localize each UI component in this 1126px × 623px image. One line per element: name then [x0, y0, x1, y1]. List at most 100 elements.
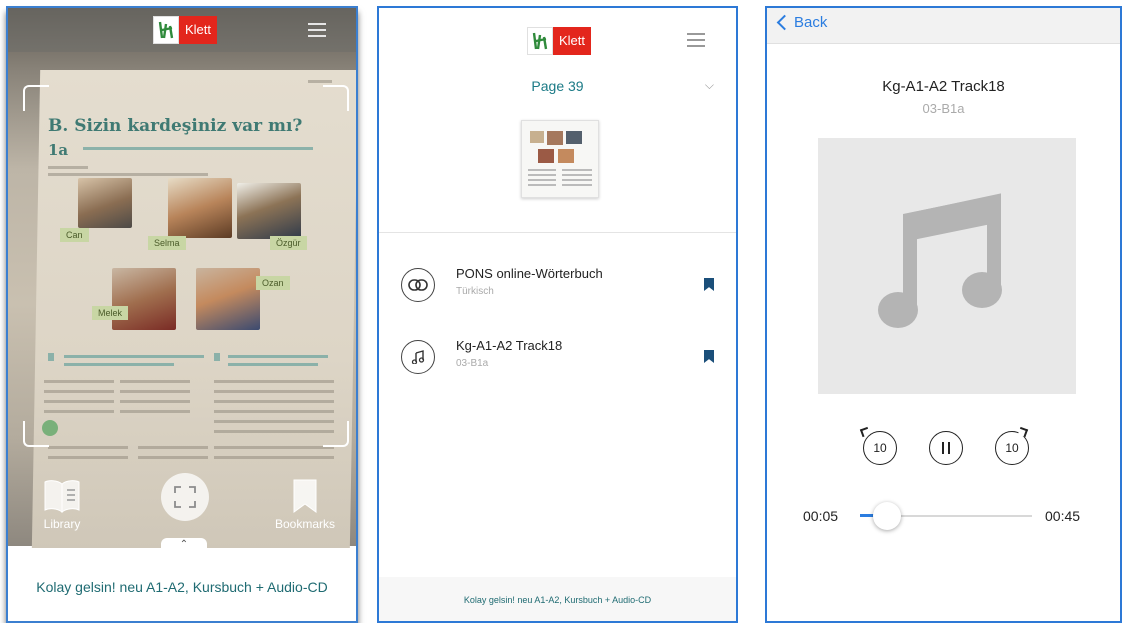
back-button[interactable]: Back [775, 14, 827, 31]
resource-item-pons[interactable]: PONS online-Wörterbuch Türkisch [379, 254, 736, 314]
name-tag: Can [60, 228, 89, 242]
current-book-title: Kolay gelsin! neu A1-A2, Kursbuch + Audi… [36, 578, 328, 595]
photo-melek [112, 268, 176, 330]
text-line [138, 456, 208, 459]
scan-frame-corner [323, 421, 349, 447]
klett-logo-text: Klett [179, 16, 218, 44]
page-thumbnail[interactable] [521, 120, 599, 198]
scan-button[interactable] [161, 473, 209, 521]
rewind-10-button[interactable]: 10 [863, 431, 897, 465]
scan-frame-corner [23, 421, 49, 447]
instruction-line [64, 363, 174, 366]
track-subtitle: 03-B1a [922, 101, 965, 116]
text-line [48, 446, 128, 449]
scanner-screen: B. Sizin kardeşiniz var mı? 1a Can Selma… [6, 6, 358, 623]
klett-logo-text: Klett [553, 27, 592, 55]
exercise-c-marker [214, 353, 220, 361]
bookmark-icon [293, 479, 317, 513]
scan-frame-icon [174, 486, 196, 508]
progress-slider-thumb[interactable] [873, 502, 901, 530]
text-line [48, 456, 128, 459]
klett-logo: Klett [527, 27, 592, 55]
text-line [214, 420, 334, 423]
exercise-b-marker [48, 353, 54, 361]
pause-button[interactable] [929, 431, 963, 465]
resource-item-track18[interactable]: Kg-A1-A2 Track18 03-B1a [379, 326, 736, 386]
text-line [44, 380, 114, 383]
text-line [214, 410, 334, 413]
chevron-down-icon[interactable]: ⌵ [705, 78, 714, 93]
name-tag: Melek [92, 306, 129, 320]
link-icon [401, 268, 435, 302]
text-line [120, 380, 190, 383]
name-tag: Ozan [256, 276, 290, 290]
page-header: Klett Page 39 ⌵ [379, 8, 736, 233]
music-note-icon [401, 340, 435, 374]
scan-frame-corner [23, 85, 49, 111]
library-button[interactable]: Library [32, 478, 92, 531]
bookmark-icon[interactable] [704, 278, 714, 291]
scanner-header: Klett [8, 8, 356, 52]
pause-icon [942, 442, 950, 454]
rewind-10-label: 10 [873, 441, 887, 455]
instruction-line [83, 147, 313, 150]
resource-title: PONS online-Wörterbuch [456, 266, 603, 281]
text-line [44, 400, 114, 403]
current-book-bar[interactable]: Kolay gelsin! neu A1-A2, Kursbuch + Audi… [8, 548, 356, 621]
text-line [214, 390, 334, 393]
camera-preview: B. Sizin kardeşiniz var mı? 1a Can Selma… [8, 8, 356, 550]
photo-selma [168, 178, 232, 238]
book-exercise-number: 1a [48, 141, 69, 159]
instruction-line [228, 355, 328, 358]
text-line [120, 410, 190, 413]
text-line [48, 173, 208, 176]
page-selector[interactable]: Page 39 [379, 78, 736, 94]
open-book-icon [44, 480, 80, 514]
back-label: Back [794, 14, 828, 31]
text-line [214, 456, 334, 459]
text-line [138, 446, 208, 449]
bookmarks-label: Bookmarks [274, 517, 336, 531]
forward-10-label: 10 [1005, 441, 1019, 455]
klett-logo-mark-icon [527, 27, 553, 55]
navigation-bar: Back [767, 8, 1120, 44]
name-tag: Selma [148, 236, 186, 250]
bookmark-icon[interactable] [704, 350, 714, 363]
current-book-bar[interactable]: Kolay gelsin! neu A1-A2, Kursbuch + Audi… [379, 577, 736, 621]
text-line [120, 390, 190, 393]
chevron-left-icon [776, 14, 793, 31]
bookmarks-button[interactable]: Bookmarks [270, 478, 340, 531]
photo-can [78, 178, 132, 228]
photo-ozgur [237, 183, 301, 239]
album-artwork [818, 138, 1076, 394]
current-book-title: Kolay gelsin! neu A1-A2, Kursbuch + Audi… [463, 595, 652, 605]
music-note-icon [878, 193, 1002, 328]
klett-logo-mark-icon [153, 16, 179, 44]
text-line [44, 390, 114, 393]
page-detail-screen: Klett Page 39 ⌵ PONS online-Wörterbuch T… [377, 6, 738, 623]
name-tag: Özgür [270, 236, 307, 250]
book-page-heading: B. Sizin kardeşiniz var mı? [48, 116, 303, 136]
scan-frame-corner [323, 85, 349, 111]
instruction-line [64, 355, 204, 358]
resource-subtitle: Türkisch [456, 286, 494, 297]
photo-ozan [196, 268, 260, 330]
menu-icon[interactable] [308, 23, 326, 37]
page-number-mark [308, 80, 332, 83]
instruction-line [228, 363, 318, 366]
text-line [44, 410, 114, 413]
total-duration: 00:45 [1045, 508, 1081, 524]
elapsed-time: 00:05 [803, 508, 839, 524]
text-line [214, 400, 334, 403]
track-title: Kg-A1-A2 Track18 [882, 78, 1005, 95]
text-line [120, 400, 190, 403]
menu-icon[interactable] [687, 33, 705, 47]
resource-title: Kg-A1-A2 Track18 [456, 338, 563, 353]
audio-player-screen: Back Kg-A1-A2 Track18 03-B1a 10 10 00:05… [765, 6, 1122, 623]
klett-logo: Klett [153, 16, 218, 44]
text-line [48, 166, 88, 169]
text-line [214, 380, 334, 383]
text-line [214, 446, 334, 449]
library-label: Library [43, 517, 81, 531]
resource-subtitle: 03-B1a [456, 358, 489, 369]
